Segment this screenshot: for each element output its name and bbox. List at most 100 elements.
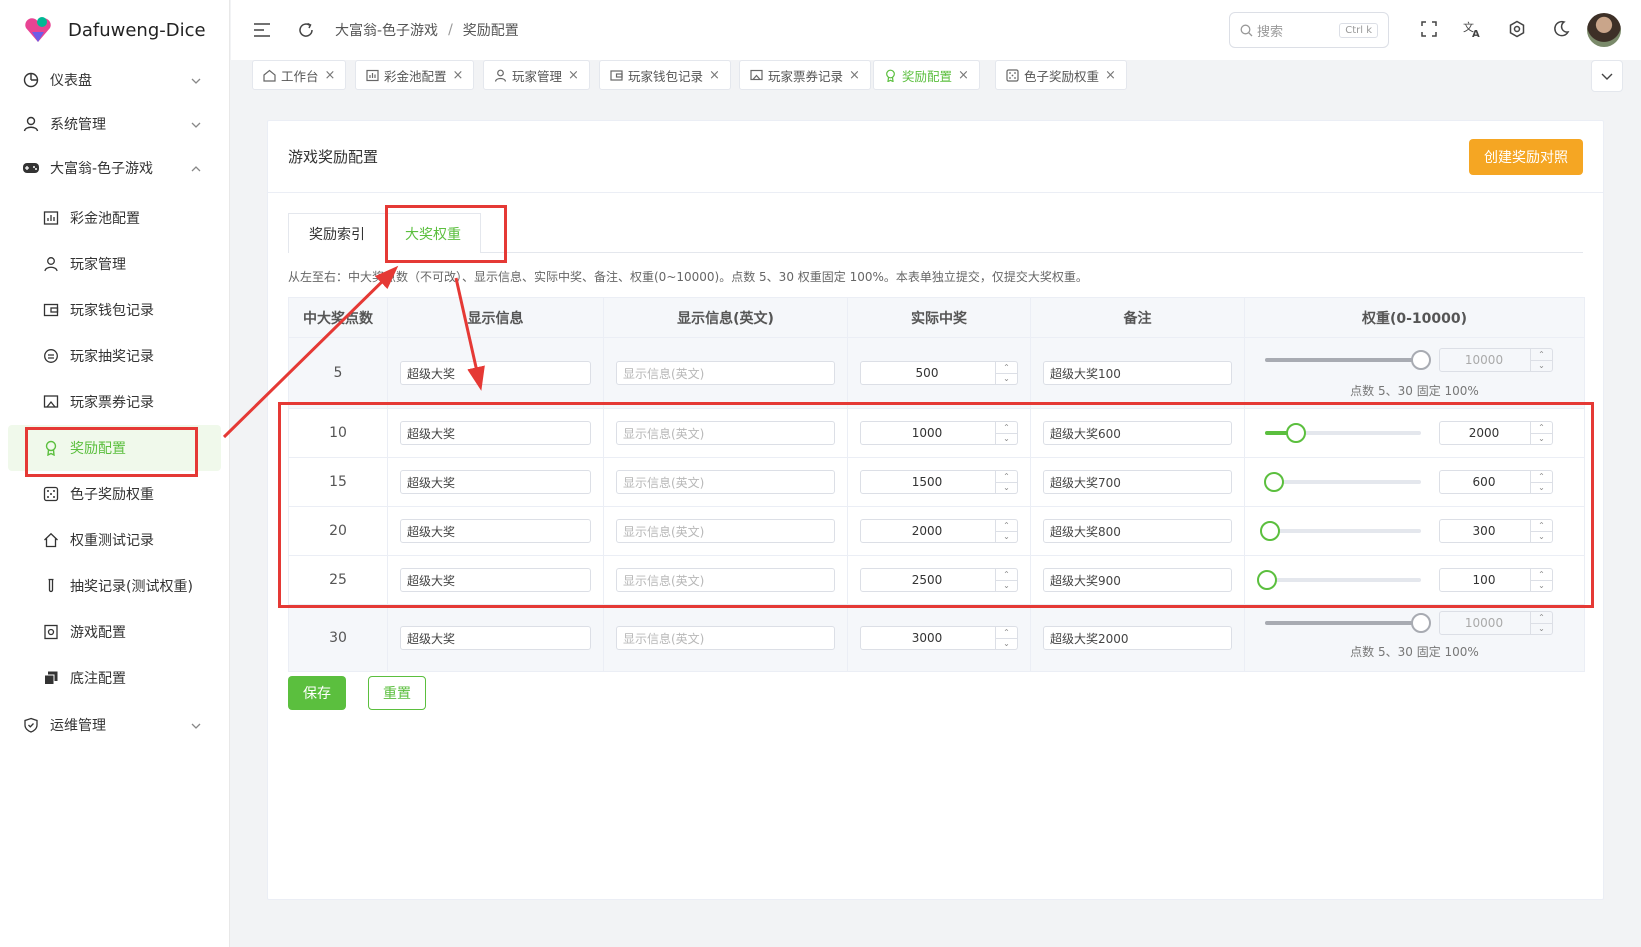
save-button[interactable]: 保存 xyxy=(288,676,346,710)
tab-jackpot[interactable]: 彩金池配置 × xyxy=(355,60,475,90)
record-icon xyxy=(42,347,60,365)
column-header: 备注 xyxy=(1030,297,1245,338)
sidebar-item-players[interactable]: 玩家管理 xyxy=(0,241,229,287)
menu-dashboard[interactable]: 仪表盘 xyxy=(0,57,229,103)
create-reward-button[interactable]: 创建奖励对照 xyxy=(1469,139,1583,175)
note-input[interactable]: 超级大奖2000 xyxy=(1043,626,1232,650)
slider-handle[interactable] xyxy=(1411,613,1431,633)
breadcrumb-item[interactable]: 大富翁-色子游戏 xyxy=(335,20,438,40)
sidebar-item-jackpot[interactable]: 彩金池配置 xyxy=(0,195,229,241)
menu-system[interactable]: 系统管理 xyxy=(0,101,229,147)
display-en-input[interactable]: 显示信息(英文) xyxy=(616,626,835,650)
refresh-icon[interactable] xyxy=(295,19,317,41)
user-icon xyxy=(22,115,40,133)
sidebar-item-label: 底注配置 xyxy=(70,671,126,687)
reset-button[interactable]: 重置 xyxy=(368,676,426,710)
points-value: 30 xyxy=(329,630,347,646)
search-placeholder: 搜索 xyxy=(1257,24,1284,40)
tabs-more-button[interactable] xyxy=(1591,60,1623,92)
slider-handle[interactable] xyxy=(1411,350,1431,370)
search-icon xyxy=(1240,24,1253,37)
tab-players[interactable]: 玩家管理 × xyxy=(483,60,590,90)
wallet-icon xyxy=(610,69,623,82)
sidebar-item-label: 抽奖记录(测试权重) xyxy=(70,579,193,595)
tab-rewards[interactable]: 奖励配置 × xyxy=(873,60,980,90)
actual-value: 3000 xyxy=(911,631,943,645)
points-cell: 30 xyxy=(288,604,388,672)
table-row: 30 超级大奖 显示信息(英文) 3000 ⌃ ⌄ 超级大奖2000 10000 ⌃ ⌄… xyxy=(288,604,1585,672)
user-icon xyxy=(494,69,507,82)
dark-mode-icon[interactable] xyxy=(1550,18,1572,40)
chevron-up-icon: ⌃ xyxy=(1531,612,1552,624)
sidebar-item-wallet[interactable]: 玩家钱包记录 xyxy=(0,287,229,333)
close-icon[interactable]: × xyxy=(849,68,860,83)
actual-stepper[interactable]: 3000 ⌃ ⌄ xyxy=(860,626,1018,650)
display-input[interactable]: 超级大奖 xyxy=(400,361,591,385)
menu-label: 系统管理 xyxy=(50,117,106,133)
column-header: 权重(0-10000) xyxy=(1244,297,1585,338)
close-icon[interactable]: × xyxy=(709,68,720,83)
logo: Dafuweng-Dice xyxy=(0,0,229,60)
tab-label: 色子奖励权重 xyxy=(1024,68,1100,84)
award-icon xyxy=(884,69,897,82)
test-tube-icon xyxy=(42,577,60,595)
chevron-down-icon[interactable]: ⌄ xyxy=(996,374,1017,385)
note-cell: 超级大奖2000 xyxy=(1030,604,1245,672)
chevron-up-icon[interactable]: ⌃ xyxy=(996,627,1017,639)
chevron-up-icon[interactable]: ⌃ xyxy=(996,362,1017,374)
tab-tickets[interactable]: 玩家票券记录 × xyxy=(739,60,871,90)
actual-value: 500 xyxy=(915,366,939,380)
fullscreen-icon[interactable] xyxy=(1418,18,1440,40)
display-en-input[interactable]: 显示信息(英文) xyxy=(616,361,835,385)
menu-toggle-icon[interactable] xyxy=(251,19,273,41)
breadcrumb-item: 奖励配置 xyxy=(462,23,519,39)
close-icon[interactable]: × xyxy=(325,68,336,83)
tab-wallet[interactable]: 玩家钱包记录 × xyxy=(599,60,731,90)
weight-cell: 10000 ⌃ ⌄ 点数 5、30 固定 100% xyxy=(1244,604,1585,672)
stepper-arrows[interactable]: ⌃ ⌄ xyxy=(995,362,1017,384)
sidebar-item-label: 玩家钱包记录 xyxy=(70,303,154,319)
display-cell: 超级大奖 xyxy=(387,604,604,672)
stepper-arrows[interactable]: ⌃ ⌄ xyxy=(995,627,1017,649)
sidebar-item-bet-config[interactable]: 底注配置 xyxy=(0,655,229,701)
translate-icon[interactable]: 文A xyxy=(1462,18,1484,40)
shield-icon xyxy=(22,716,40,734)
sidebar-item-test-lottery[interactable]: 抽奖记录(测试权重) xyxy=(0,563,229,609)
tab-dice-weights[interactable]: 色子奖励权重 × xyxy=(995,60,1127,90)
header: 大富翁-色子游戏 / 奖励配置 搜索 Ctrl k 文A xyxy=(231,0,1641,60)
tab-reward-index[interactable]: 奖励索引 xyxy=(288,213,386,253)
sidebar-item-tickets[interactable]: 玩家票券记录 xyxy=(0,379,229,425)
points-value: 5 xyxy=(333,365,343,381)
menu-label: 仪表盘 xyxy=(50,73,92,89)
chart-icon xyxy=(42,209,60,227)
close-icon[interactable]: × xyxy=(453,68,464,83)
sidebar-item-weight-tests[interactable]: 权重测试记录 xyxy=(0,517,229,563)
fixed-weight-note: 点数 5、30 固定 100% xyxy=(1350,384,1479,398)
chevron-down-icon[interactable]: ⌄ xyxy=(996,639,1017,650)
chevron-down-icon xyxy=(191,72,201,88)
sidebar-item-label: 玩家票券记录 xyxy=(70,395,154,411)
stack-icon xyxy=(42,669,60,687)
avatar[interactable] xyxy=(1587,13,1621,47)
close-icon[interactable]: × xyxy=(958,68,969,83)
sidebar-item-dice-weights[interactable]: 色子奖励权重 xyxy=(0,471,229,517)
close-icon[interactable]: × xyxy=(568,68,579,83)
sidebar-item-lottery[interactable]: 玩家抽奖记录 xyxy=(0,333,229,379)
tab-workbench[interactable]: 工作台 × xyxy=(252,60,347,90)
menu-ops[interactable]: 运维管理 xyxy=(0,702,229,748)
close-icon[interactable]: × xyxy=(1105,68,1116,83)
breadcrumb-separator: / xyxy=(448,22,453,38)
ticket-icon xyxy=(750,69,763,82)
slider-fill xyxy=(1265,621,1421,625)
weight-slider[interactable] xyxy=(1265,350,1431,370)
search-input[interactable]: 搜索 Ctrl k xyxy=(1229,12,1389,48)
sidebar-item-game-config[interactable]: 游戏配置 xyxy=(0,609,229,655)
settings-icon[interactable] xyxy=(1506,18,1528,40)
actual-stepper[interactable]: 500 ⌃ ⌄ xyxy=(860,361,1018,385)
menu-game[interactable]: 大富翁-色子游戏 xyxy=(0,145,229,191)
note-input[interactable]: 超级大奖100 xyxy=(1043,361,1232,385)
weight-slider[interactable] xyxy=(1265,613,1431,633)
annotation-box-sidebar xyxy=(25,427,198,477)
column-header: 显示信息 xyxy=(387,297,604,338)
display-input[interactable]: 超级大奖 xyxy=(400,626,591,650)
